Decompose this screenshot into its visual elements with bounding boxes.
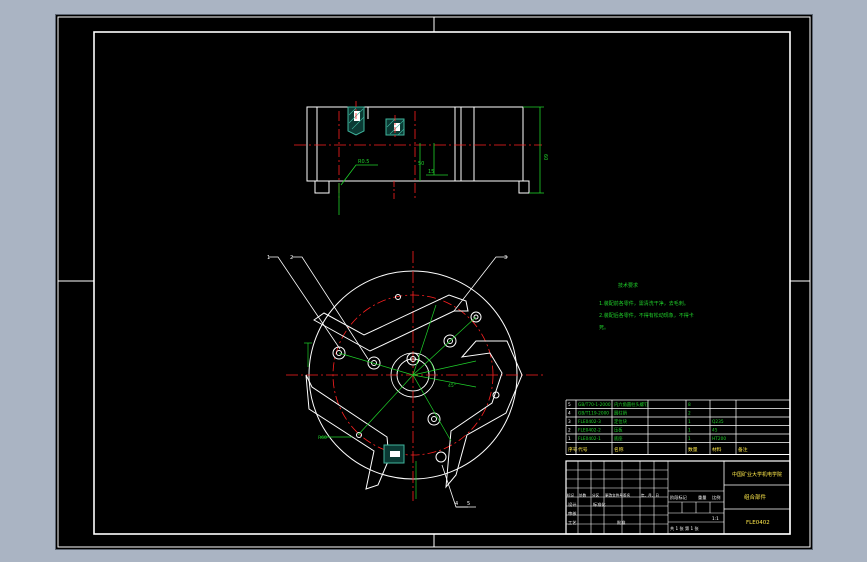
tb-school: 中国矿业大学机电学院 (732, 471, 782, 478)
front-view: 60 50 R0.5 15 (294, 101, 548, 215)
tech-req-title: 技术要求 (618, 282, 638, 289)
bom-cell-code: FLE0402-2 (578, 428, 601, 434)
tb-std: 标准化 (593, 501, 606, 508)
tb-mark-label: 标记 (567, 493, 575, 498)
cad-drawing: 60 50 R0.5 15 R60 45° 1 2 3 4 5 技术要求 1.装… (57, 16, 811, 548)
bom-cell-code: FLE0402-3 (578, 419, 601, 425)
tb-scale: 1:1 (712, 516, 719, 521)
bom-cell-material: HT200 (712, 436, 726, 442)
bom-header-name: 名称 (614, 446, 624, 453)
tb-mark-label: 处数 (579, 493, 587, 498)
tb-scale-label: 比例 (712, 494, 720, 501)
bom-cell-name: 底座 (614, 435, 623, 442)
bom-cell-name: 压板 (614, 427, 623, 434)
tb-stage: 阶段标记 (670, 494, 688, 501)
tb-mark-label: 年、月、日 (641, 493, 659, 498)
tb-role-0: 设计 (568, 501, 576, 508)
dim-plan-angle: 45° (448, 383, 456, 389)
tb-mark-label: 签名 (623, 493, 631, 498)
bom-cell-no: 1 (568, 436, 571, 442)
outer-border (57, 16, 811, 548)
bom-cell-qty: 1 (688, 428, 691, 434)
bom-cell-name: 内六角圆柱头螺钉 (614, 401, 649, 408)
bom-cell-code: GB/T119-2000 (578, 411, 609, 417)
balloon-2[interactable]: 2 (290, 255, 293, 261)
bom-cell-qty: 8 (688, 402, 691, 408)
bom-cell-qty: 1 (688, 419, 691, 425)
bom-header-material: 材料 (712, 446, 722, 453)
bom-cell-no: 3 (568, 419, 571, 425)
drawing-viewport[interactable]: 60 50 R0.5 15 R60 45° 1 2 3 4 5 技术要求 1.装… (55, 14, 813, 550)
dim-plan-r60: R60 (318, 435, 327, 441)
bom-cell-name: 圆柱销 (614, 410, 628, 417)
plan-view: R60 45° 1 2 3 4 5 (267, 251, 543, 508)
balloon-3[interactable]: 3 (504, 255, 507, 261)
bom-cell-material: 45 (712, 428, 718, 434)
tb-approve: 批准 (617, 519, 625, 526)
bom-cell-qty: 1 (688, 436, 691, 442)
dim-front-4: R0.5 (358, 159, 369, 165)
tb-mark-label: 分区 (592, 493, 600, 498)
tb-sheet: 共 1 张 第 1 张 (670, 525, 700, 532)
tech-req-line-3: 死。 (599, 325, 609, 331)
tb-role-1: 审核 (568, 510, 577, 517)
tech-req-line-2: 2.装配后各零件，不得有松动现象，不得卡 (599, 312, 694, 319)
tech-req-line-1: 1.装配前各零件，需清洗干净，去毛刺。 (599, 300, 689, 307)
tb-role-2: 工艺 (568, 520, 576, 525)
bom-cell-code: FLE0402-1 (578, 436, 601, 442)
tb-part-name: 组合部件 (744, 493, 767, 501)
tb-mark-label: 更改文件号 (605, 493, 623, 498)
bom-cell-material: Q235 (712, 419, 724, 425)
bom-cell-qty: 2 (688, 411, 691, 417)
bom-cell-name: 定位块 (614, 418, 628, 425)
dim-front-3: 15 (428, 169, 434, 175)
balloon-4[interactable]: 4 (455, 501, 458, 507)
bom-header-note: 备注 (738, 446, 748, 453)
bom-cell-no: 4 (568, 411, 571, 417)
title-block: 标记 处数 分区 更改文件号 签名 年、月、日设计审核工艺 标准化批准 阶段标记 重量 比例 1:1… (565, 460, 791, 535)
bom-cell-no: 5 (568, 402, 571, 408)
bom-table: 5 GB/T70-1-2000 内六角圆柱头螺钉 8 4 GB/T119-2000 圆柱销 2… (565, 399, 791, 455)
dim-height: 60 (542, 154, 548, 160)
tb-drawing-no: FLE0402 (746, 520, 770, 526)
bom-header-qty: 数量 (688, 446, 698, 453)
bom-header-code: 代号 (578, 446, 588, 453)
dim-front-2: 50 (418, 161, 424, 167)
balloon-5[interactable]: 5 (467, 501, 470, 507)
bom-cell-code: GB/T70-1-2000 (578, 402, 611, 408)
bom-cell-no: 2 (568, 428, 571, 434)
centering-marks (58, 17, 810, 547)
balloon-1[interactable]: 1 (267, 255, 270, 261)
tb-weight: 重量 (698, 494, 706, 501)
